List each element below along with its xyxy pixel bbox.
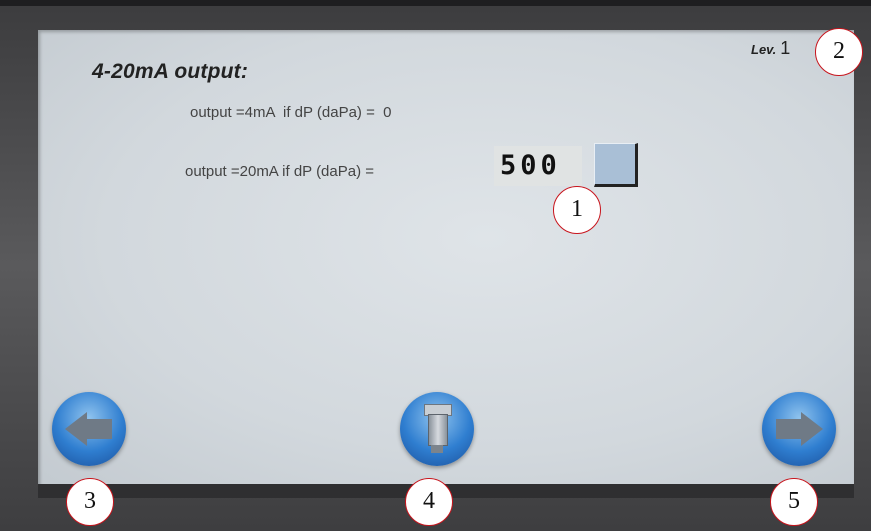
level-value: 1 bbox=[780, 38, 791, 58]
page-title: 4-20mA output: bbox=[92, 60, 249, 83]
arrow-right-icon bbox=[801, 412, 823, 446]
max-dp-value-field[interactable]: 500 bbox=[494, 146, 582, 186]
min-output-row: output =4mA if dP (daPa) = 0 bbox=[190, 104, 392, 121]
callout-4: 4 bbox=[405, 478, 453, 526]
arrow-right-icon bbox=[776, 419, 804, 439]
display-screen: 4-20mA output: Lev. 1 output =4mA if dP (… bbox=[38, 30, 854, 490]
callout-2: 2 bbox=[815, 28, 863, 76]
sensor-icon bbox=[428, 414, 448, 446]
back-button[interactable] bbox=[52, 392, 126, 466]
sensor-button[interactable] bbox=[400, 392, 474, 466]
next-button[interactable] bbox=[762, 392, 836, 466]
bezel-edge bbox=[0, 0, 871, 6]
arrow-left-icon bbox=[84, 419, 112, 439]
sensor-icon bbox=[431, 445, 443, 453]
edit-value-button[interactable] bbox=[594, 143, 638, 187]
level-label: Lev. bbox=[751, 42, 777, 57]
callout-3: 3 bbox=[66, 478, 114, 526]
callout-1: 1 bbox=[553, 186, 601, 234]
callout-5: 5 bbox=[770, 478, 818, 526]
access-level: Lev. 1 bbox=[751, 38, 790, 59]
max-output-label: output =20mA if dP (daPa) = bbox=[185, 163, 375, 180]
